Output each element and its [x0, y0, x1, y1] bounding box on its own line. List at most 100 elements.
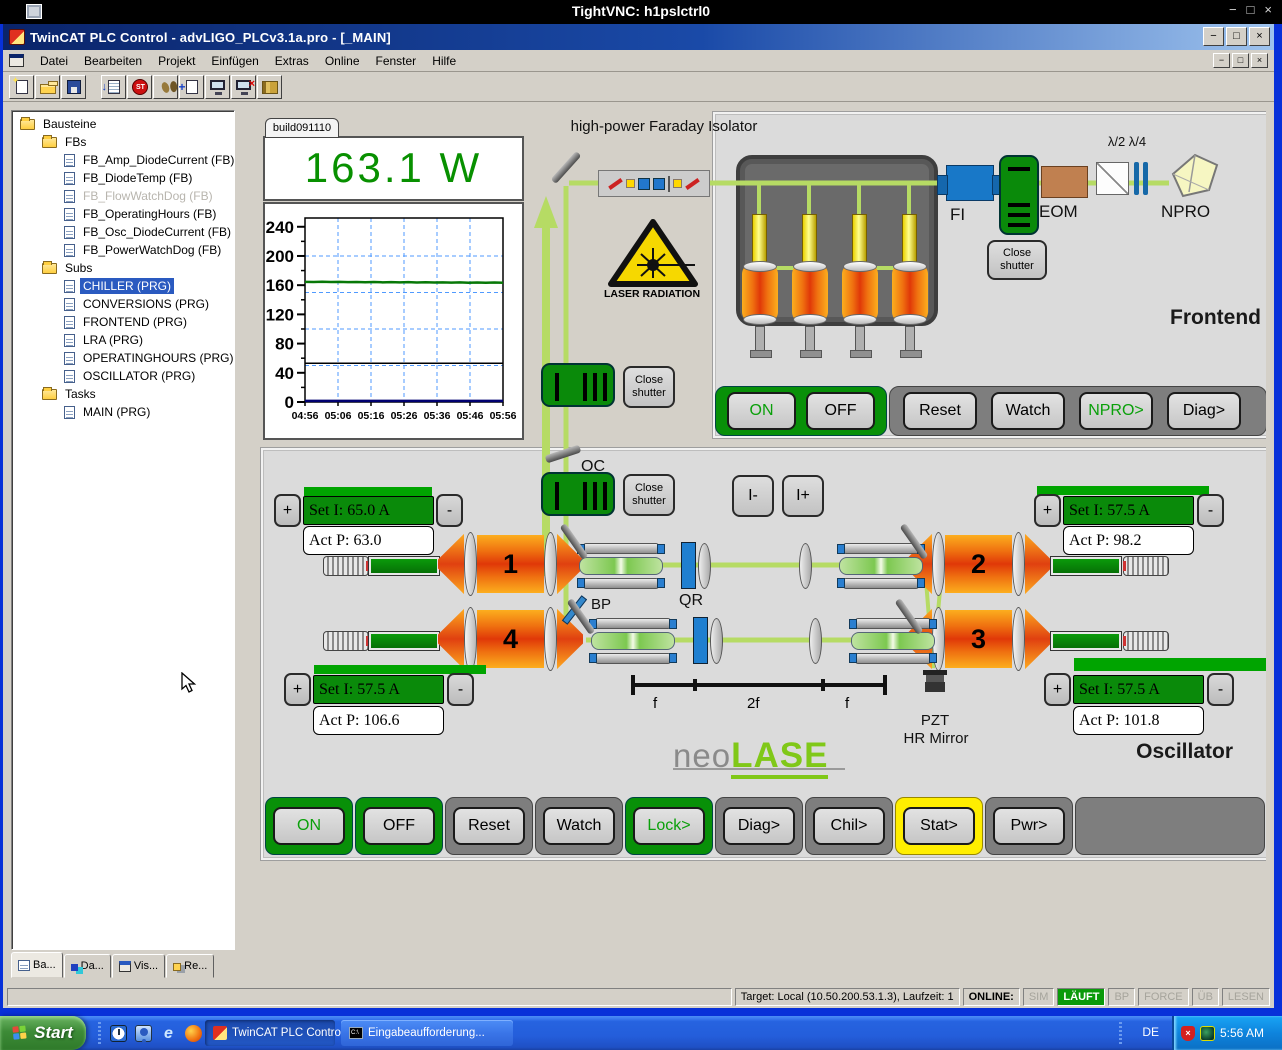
tree-item[interactable]: Tasks [14, 385, 234, 403]
tree-item[interactable]: FB_DiodeTemp (FB) [14, 169, 234, 187]
organizer-tab[interactable]: Ba... [11, 952, 63, 978]
head2-set-current: Set I: 57.5 A [1063, 496, 1194, 525]
frontend-close-shutter-button[interactable]: Close shutter [987, 240, 1047, 280]
tree-item[interactable]: FRONTEND (PRG) [14, 313, 234, 331]
organizer-tab[interactable]: Vis... [112, 954, 165, 978]
clock-icon[interactable] [110, 1025, 127, 1042]
laser-rod-icon [902, 214, 917, 268]
tree-item-label: FB_DiodeTemp (FB) [80, 170, 195, 186]
tree-item[interactable]: CHILLER (PRG) [14, 277, 234, 295]
frontend-button[interactable]: ON [727, 392, 796, 430]
tree-item[interactable]: OPERATINGHOURS (PRG) [14, 349, 234, 367]
toolbar-button[interactable] [101, 75, 126, 99]
mouse-cursor [181, 672, 199, 694]
status-flag: SIM [1023, 988, 1055, 1006]
toolbar-button[interactable] [257, 75, 282, 99]
menu-item[interactable]: Extras [267, 51, 317, 71]
head1-minus-button[interactable]: - [436, 494, 463, 527]
mdi-child-icon[interactable] [9, 54, 24, 67]
tree-item-icon [64, 298, 75, 311]
current-increase-button[interactable]: I+ [782, 475, 824, 517]
oscillator-button[interactable]: OFF [363, 807, 435, 845]
security-alert-icon[interactable] [1181, 1026, 1195, 1041]
head2-minus-button[interactable]: - [1197, 494, 1224, 527]
tree-item[interactable]: Bausteine [14, 115, 234, 133]
window-control-button[interactable]: □ [1226, 27, 1247, 46]
toolbar-button[interactable] [127, 75, 152, 99]
start-button[interactable]: Start [0, 1016, 86, 1050]
oscillator-button[interactable]: ON [273, 807, 345, 845]
frontend-button[interactable]: Diag> [1167, 392, 1241, 430]
oc-close-shutter-button[interactable]: Close shutter [623, 474, 675, 516]
oscillator-button[interactable]: Stat> [903, 807, 975, 845]
oscillator-button[interactable]: Reset [453, 807, 525, 845]
tree-item[interactable]: CONVERSIONS (PRG) [14, 295, 234, 313]
mid-close-shutter-button[interactable]: Close shutter [623, 366, 675, 408]
vnc-window-control[interactable]: × [1264, 2, 1272, 17]
twincat-tray-icon[interactable] [1200, 1026, 1215, 1041]
toolbar-button[interactable] [61, 75, 86, 99]
oscillator-button[interactable]: Watch [543, 807, 615, 845]
frontend-button[interactable]: OFF [806, 392, 875, 430]
head1-plus-button[interactable]: + [274, 494, 301, 527]
toolbar-button[interactable] [35, 75, 60, 99]
frontend-button[interactable]: NPRO> [1079, 392, 1153, 430]
mdi-minimize-button[interactable]: − [1213, 53, 1230, 68]
frontend-button[interactable]: Reset [903, 392, 977, 430]
tree-item[interactable]: FB_Osc_DiodeCurrent (FB) [14, 223, 234, 241]
messenger-icon[interactable] [135, 1025, 152, 1042]
firefox-icon[interactable] [185, 1025, 202, 1042]
tree-item[interactable]: FB_PowerWatchDog (FB) [14, 241, 234, 259]
oscillator-button[interactable]: Pwr> [993, 807, 1065, 845]
organizer-tab[interactable]: Re... [166, 954, 214, 978]
tree-item[interactable]: FBs [14, 133, 234, 151]
menu-item[interactable]: Bearbeiten [76, 51, 150, 71]
ie-icon[interactable] [160, 1025, 177, 1042]
run-icon [160, 81, 170, 94]
mdi-close-button[interactable]: × [1251, 53, 1268, 68]
menu-item[interactable]: Hilfe [424, 51, 464, 71]
oscillator-button[interactable]: Diag> [723, 807, 795, 845]
toolbar-button[interactable] [9, 75, 34, 99]
head3-minus-button[interactable]: - [1207, 673, 1234, 706]
fi-label: FI [950, 205, 990, 225]
toolbar-button[interactable] [179, 75, 204, 99]
oscillator-button[interactable]: Chil> [813, 807, 885, 845]
toolbar-button[interactable] [231, 75, 256, 99]
tree-item[interactable]: LRA (PRG) [14, 331, 234, 349]
toolbar-button[interactable] [205, 75, 230, 99]
vnc-window-control[interactable]: □ [1247, 2, 1255, 17]
app-titlebar[interactable]: TwinCAT PLC Control - advLIGO_PLCv3.1a.p… [3, 24, 1274, 50]
window-control-button[interactable]: − [1203, 27, 1224, 46]
head4-minus-button[interactable]: - [447, 673, 474, 706]
oscillator-button[interactable]: Lock> [633, 807, 705, 845]
tree-item[interactable]: OSCILLATOR (PRG) [14, 367, 234, 385]
head3-plus-button[interactable]: + [1044, 673, 1071, 706]
amp-head-number: 1 [503, 549, 518, 580]
vnc-titlebar[interactable]: TightVNC: h1pslctrl0 −□× [0, 0, 1282, 24]
organizer-tab[interactable]: Da... [64, 954, 111, 978]
organizer-tab-icon [119, 961, 131, 972]
head4-plus-button[interactable]: + [284, 673, 311, 706]
current-decrease-button[interactable]: I- [732, 475, 774, 517]
output-beam-arrowhead [534, 196, 558, 228]
toolbar-button[interactable] [153, 75, 178, 99]
menu-item[interactable]: Einfügen [203, 51, 266, 71]
tree-item[interactable]: FB_OperatingHours (FB) [14, 205, 234, 223]
menu-item[interactable]: Fenster [368, 51, 425, 71]
language-indicator[interactable]: DE [1142, 1025, 1159, 1039]
tree-item[interactable]: FB_Amp_DiodeCurrent (FB) [14, 151, 234, 169]
tree-item[interactable]: MAIN (PRG) [14, 403, 234, 421]
frontend-button[interactable]: Watch [991, 392, 1065, 430]
window-control-button[interactable]: × [1249, 27, 1270, 46]
task-button[interactable]: TwinCAT PLC Control ... [205, 1020, 335, 1046]
menu-item[interactable]: Projekt [150, 51, 203, 71]
menu-item[interactable]: Online [317, 51, 368, 71]
mdi-restore-button[interactable]: □ [1232, 53, 1249, 68]
task-button[interactable]: Eingabeaufforderung... [341, 1020, 513, 1046]
head2-plus-button[interactable]: + [1034, 494, 1061, 527]
menu-item[interactable]: Datei [32, 51, 76, 71]
vnc-window-control[interactable]: − [1229, 2, 1237, 17]
tree-item[interactable]: Subs [14, 259, 234, 277]
tree-item[interactable]: FB_FlowWatchDog (FB) [14, 187, 234, 205]
